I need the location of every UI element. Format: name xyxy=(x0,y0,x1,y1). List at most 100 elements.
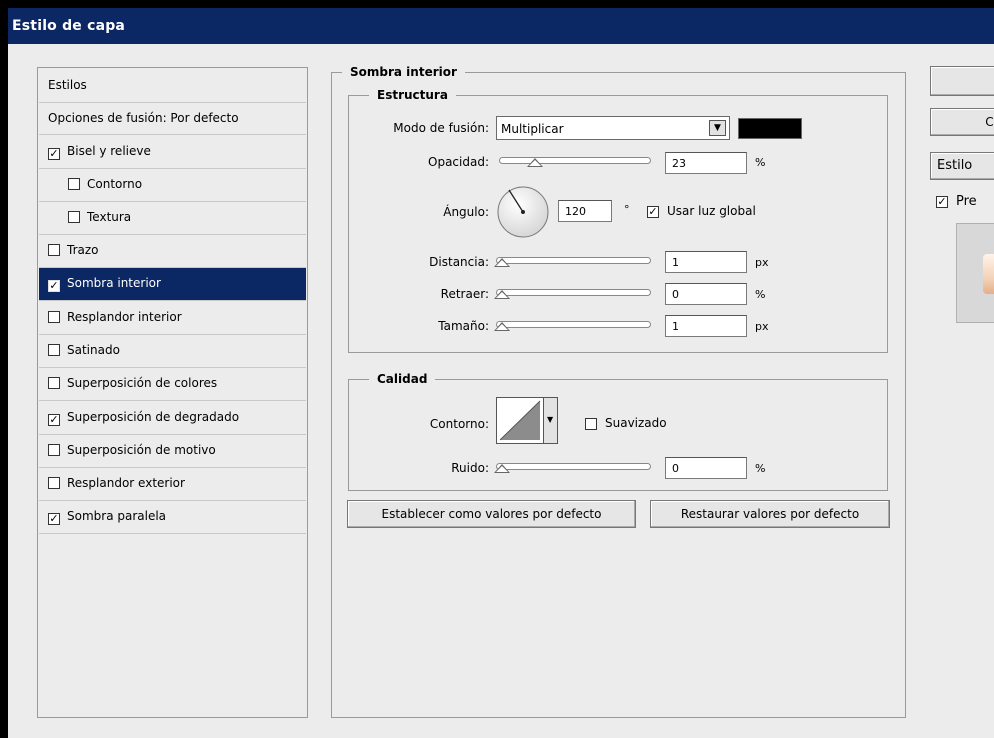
sidebar-item-label: Estilos xyxy=(48,78,87,92)
sidebar-item-label: Opciones de fusión: Por defecto xyxy=(48,111,239,125)
sidebar-item-label: Sombra paralela xyxy=(67,509,167,523)
sidebar-item-textura[interactable]: Textura xyxy=(39,202,306,235)
opacity-unit: % xyxy=(755,156,766,169)
sidebar-item-label: Contorno xyxy=(87,177,143,191)
inner-shadow-title: Sombra interior xyxy=(342,65,465,79)
ok-button[interactable] xyxy=(930,66,994,96)
cancel-button[interactable]: Ca xyxy=(930,108,994,136)
sidebar-item-resplandor-exterior[interactable]: Resplandor exterior xyxy=(39,468,306,501)
size-input[interactable]: 1 xyxy=(665,315,747,337)
preview-swatch xyxy=(983,254,994,294)
new-style-button-label: Estilo xyxy=(937,158,973,173)
set-default-button[interactable]: Establecer como valores por defecto xyxy=(347,500,636,528)
check-icon[interactable]: ✓ xyxy=(48,280,60,292)
checkbox[interactable] xyxy=(48,244,60,256)
size-label: Tamaño: xyxy=(438,319,489,333)
sidebar-item-sombra-paralela[interactable]: ✓ Sombra paralela xyxy=(39,501,306,534)
distance-track xyxy=(496,257,651,264)
title-bar: Estilo de capa xyxy=(8,8,994,44)
sidebar-item-superposicion-de-motivo[interactable]: Superposición de motivo xyxy=(39,435,306,468)
sidebar-item-contorno[interactable]: Contorno xyxy=(39,169,306,202)
angle-label: Ángulo: xyxy=(443,205,489,219)
angle-dial-icon[interactable] xyxy=(496,185,550,239)
style-preview-thumbnail xyxy=(956,223,994,323)
sidebar-item-label: Textura xyxy=(87,210,132,224)
noise-thumb[interactable] xyxy=(494,464,510,473)
opacity-slider[interactable] xyxy=(499,155,651,167)
noise-unit: % xyxy=(755,462,766,475)
choke-input[interactable]: 0 xyxy=(665,283,747,305)
sidebar-item-superposicion-de-colores[interactable]: Superposición de colores xyxy=(39,368,306,401)
size-slider[interactable] xyxy=(494,319,651,331)
checkbox[interactable] xyxy=(68,178,80,190)
preview-label: Pre xyxy=(956,194,977,209)
contour-picker[interactable]: ▼ xyxy=(496,397,558,444)
quality-title: Calidad xyxy=(369,372,436,386)
opacity-track xyxy=(499,157,651,164)
sidebar-item-estilos[interactable]: Estilos xyxy=(39,68,306,103)
sidebar-item-superposicion-de-degradado[interactable]: ✓ Superposición de degradado xyxy=(39,402,306,435)
angle-input[interactable]: 120 xyxy=(558,200,612,222)
window-title: Estilo de capa xyxy=(12,18,126,34)
inner-shadow-group: Sombra interior Estructura Modo de fusió… xyxy=(331,65,906,718)
checkbox[interactable] xyxy=(48,344,60,356)
size-unit: px xyxy=(755,320,769,333)
sidebar-item-trazo[interactable]: Trazo xyxy=(39,235,306,268)
sidebar-item-resplandor-interior[interactable]: Resplandor interior xyxy=(39,302,306,335)
blend-mode-value: Multiplicar xyxy=(501,122,564,136)
noise-slider[interactable] xyxy=(494,461,651,473)
contour-label: Contorno: xyxy=(429,417,489,431)
noise-track xyxy=(496,463,651,470)
sidebar-item-label: Satinado xyxy=(67,343,120,357)
distance-slider[interactable] xyxy=(494,255,651,267)
choke-track xyxy=(496,289,651,296)
checkbox[interactable] xyxy=(48,311,60,323)
check-icon[interactable]: ✓ xyxy=(48,148,60,160)
distance-input[interactable]: 1 xyxy=(665,251,747,273)
opacity-input[interactable]: 23 xyxy=(665,152,747,174)
checkbox[interactable] xyxy=(48,444,60,456)
sidebar-item-label: Superposición de degradado xyxy=(67,410,240,424)
choke-label: Retraer: xyxy=(440,287,489,301)
choke-unit: % xyxy=(755,288,766,301)
checkbox[interactable] xyxy=(68,211,80,223)
cancel-button-label: Ca xyxy=(985,115,994,129)
chevron-down-icon: ▼ xyxy=(547,415,554,424)
sidebar-item-label: Trazo xyxy=(67,243,99,257)
size-track xyxy=(496,321,651,328)
choke-thumb[interactable] xyxy=(494,290,510,299)
noise-input[interactable]: 0 xyxy=(665,457,747,479)
sidebar-item-opciones-de-fusion-por-defecto[interactable]: Opciones de fusión: Por defecto xyxy=(39,102,306,135)
preview-checkbox[interactable]: ✓ xyxy=(936,196,948,208)
sidebar-item-label: Resplandor interior xyxy=(67,310,182,324)
reset-default-button[interactable]: Restaurar valores por defecto xyxy=(650,500,890,528)
distance-thumb[interactable] xyxy=(494,258,510,267)
sidebar-item-bisel-y-relieve[interactable]: ✓ Bisel y relieve xyxy=(39,136,306,169)
shadow-color-swatch[interactable] xyxy=(738,118,802,139)
check-icon[interactable]: ✓ xyxy=(48,414,60,426)
new-style-button[interactable]: Estilo xyxy=(930,152,994,180)
antialias-checkbox[interactable] xyxy=(585,418,597,430)
check-icon[interactable]: ✓ xyxy=(48,513,60,525)
blend-mode-label: Modo de fusión: xyxy=(393,121,489,135)
sidebar-item-label: Sombra interior xyxy=(67,276,161,290)
size-thumb[interactable] xyxy=(494,322,510,331)
checkbox[interactable] xyxy=(48,477,60,489)
sidebar-item-label: Superposición de colores xyxy=(67,376,218,390)
structure-title: Estructura xyxy=(369,88,456,102)
choke-slider[interactable] xyxy=(494,287,651,299)
blend-mode-select[interactable]: Multiplicar ▼ xyxy=(496,116,730,140)
distance-unit: px xyxy=(755,256,769,269)
checkbox[interactable] xyxy=(48,377,60,389)
layer-style-dialog: Estilo de capa Estilos Opciones de fusión… xyxy=(8,8,994,738)
angle-unit: ° xyxy=(624,203,630,216)
sidebar-item-label: Resplandor exterior xyxy=(67,476,185,490)
global-light-label: Usar luz global xyxy=(667,204,756,218)
contour-dropdown[interactable]: ▼ xyxy=(543,398,557,443)
sidebar-item-sombra-interior[interactable]: ✓ Sombra interior xyxy=(39,268,306,301)
sidebar-item-label: Superposición de motivo xyxy=(67,443,216,457)
global-light-checkbox[interactable]: ✓ xyxy=(647,206,659,218)
opacity-thumb[interactable] xyxy=(526,158,543,167)
sidebar-item-satinado[interactable]: Satinado xyxy=(39,335,306,368)
distance-label: Distancia: xyxy=(429,255,489,269)
